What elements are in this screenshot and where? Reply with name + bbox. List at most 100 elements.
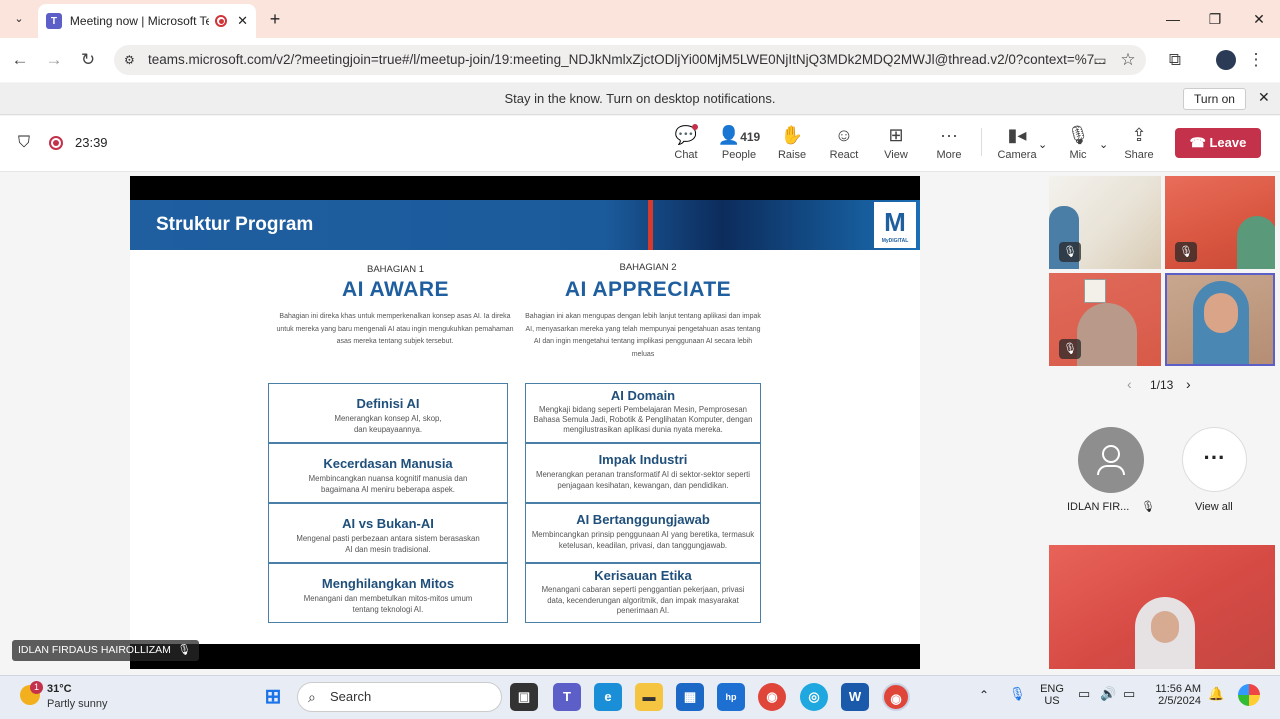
- taskbar-search[interactable]: ⌕ Search: [297, 682, 502, 712]
- store-icon[interactable]: ▦: [676, 683, 704, 711]
- active-speaker-video-tile[interactable]: [1165, 273, 1275, 366]
- word-icon[interactable]: W: [841, 683, 869, 711]
- weather-badge: 1: [30, 681, 43, 694]
- phone-hangup-icon: ☎: [1189, 135, 1210, 150]
- people-count: 419: [740, 130, 761, 144]
- clock[interactable]: 11:56 AM 2/5/2024: [1149, 683, 1201, 707]
- part-2-title: AI APPRECIATE: [564, 278, 732, 301]
- participant-video-tile[interactable]: 🎙: [1049, 176, 1161, 269]
- back-icon[interactable]: ←: [8, 48, 32, 72]
- region-code: US: [1044, 695, 1060, 707]
- raise-label: Raise: [777, 149, 807, 161]
- participant-figure: [1193, 281, 1249, 364]
- turn-on-button[interactable]: Turn on: [1183, 88, 1246, 110]
- url-bar[interactable]: ⚙ teams.microsoft.com/v2/?meetingjoin=tr…: [114, 45, 1146, 75]
- network-icon[interactable]: ▭: [1078, 686, 1090, 702]
- shield-icon[interactable]: ⛉: [18, 134, 30, 152]
- restore-icon[interactable]: ❐: [1204, 8, 1226, 30]
- battery-icon[interactable]: ▭: [1123, 686, 1135, 702]
- url-text: teams.microsoft.com/v2/?meetingjoin=true…: [148, 52, 1106, 67]
- wall-frame: [1084, 279, 1106, 303]
- share-button[interactable]: ⇪ Share: [1112, 124, 1166, 161]
- bookmark-star-icon[interactable]: ☆: [1116, 48, 1140, 72]
- file-explorer-icon[interactable]: ▬: [635, 683, 663, 711]
- toolbar-divider: [981, 128, 982, 156]
- participant-figure: [1237, 216, 1275, 269]
- forward-icon[interactable]: →: [42, 48, 66, 72]
- browser-menu-icon[interactable]: ⋮: [1244, 48, 1268, 72]
- box-title: Menghilangkan Mitos: [321, 576, 455, 591]
- teams-taskbar-icon[interactable]: T: [553, 683, 581, 711]
- next-page-icon[interactable]: ›: [1186, 376, 1191, 392]
- view-all-button[interactable]: ···: [1182, 427, 1247, 492]
- task-view-icon[interactable]: ▣: [510, 683, 538, 711]
- mic-muted-icon: 🎙: [1066, 125, 1090, 145]
- participant-figure: [1135, 597, 1195, 669]
- clock-date: 2/5/2024: [1158, 695, 1201, 707]
- notifications-bell-icon[interactable]: 🔔: [1208, 686, 1224, 702]
- profile-avatar[interactable]: [1216, 50, 1236, 70]
- notification-bar: Stay in the know. Turn on desktop notifi…: [0, 83, 1280, 115]
- leave-button[interactable]: ☎ Leave: [1175, 128, 1261, 158]
- meeting-timer: 23:39: [75, 135, 108, 150]
- dismiss-notification-icon[interactable]: ✕: [1258, 89, 1270, 106]
- chat-icon: 💬: [674, 125, 698, 145]
- box-title: Impak Industri: [598, 452, 688, 467]
- participant-avatar[interactable]: [1078, 427, 1144, 493]
- mic-off-icon: 🎙: [1175, 242, 1197, 262]
- site-info-icon[interactable]: ⚙: [124, 45, 135, 75]
- clock-time: 11:56 AM: [1155, 683, 1201, 695]
- camera-in-use-icon[interactable]: ▭: [1088, 48, 1112, 72]
- mic-options-chevron-icon[interactable]: ⌄: [1099, 138, 1108, 151]
- tab-search-icon[interactable]: ⌄: [8, 8, 30, 30]
- weather-temp: 31°C: [47, 683, 72, 695]
- box-title: Definisi AI: [356, 396, 420, 411]
- mic-off-icon: 🎙: [1141, 501, 1155, 513]
- prev-page-icon[interactable]: ‹: [1127, 376, 1132, 392]
- box-title: AI Bertanggungjawab: [576, 512, 710, 527]
- view-button[interactable]: ⊞ View: [869, 124, 923, 161]
- face: [1204, 293, 1238, 333]
- close-tab-icon[interactable]: ✕: [237, 13, 248, 29]
- part-2-description: Bahagian ini akan mengupas dengan lebih …: [525, 313, 761, 358]
- copilot-icon[interactable]: [1238, 684, 1260, 706]
- view-all-label: View all: [1195, 501, 1233, 513]
- camera-options-chevron-icon[interactable]: ⌄: [1038, 138, 1047, 151]
- mic-button[interactable]: 🎙 Mic: [1051, 124, 1105, 161]
- minimize-icon[interactable]: —: [1162, 8, 1184, 30]
- participant-video-tile[interactable]: 🎙: [1049, 273, 1161, 366]
- box-ai-bertanggungjawab: AI Bertanggungjawab Membincangkan prinsi…: [525, 503, 761, 563]
- more-label: More: [936, 149, 962, 161]
- weather-desc: Partly sunny: [47, 698, 108, 710]
- more-button[interactable]: ··· More: [922, 124, 976, 161]
- raise-button[interactable]: ✋ Raise: [765, 124, 819, 161]
- show-hidden-icons[interactable]: ⌃: [979, 688, 989, 702]
- browser-tab[interactable]: T Meeting now | Microsoft Te ✕: [38, 4, 256, 38]
- people-button[interactable]: 👤419 People: [712, 124, 766, 161]
- recording-icon: [215, 15, 228, 27]
- hp-icon[interactable]: hp: [717, 683, 745, 711]
- browser-icon[interactable]: ◎: [800, 683, 828, 711]
- camera-button[interactable]: ▮◂ Camera: [990, 124, 1044, 161]
- box-description: Menerangkan peranan transformatif AI di …: [535, 470, 751, 490]
- participant-video-tile[interactable]: 🎙: [1165, 176, 1275, 269]
- chrome-active-icon[interactable]: ◉: [882, 683, 910, 711]
- new-tab-icon[interactable]: +: [264, 8, 286, 30]
- volume-icon[interactable]: 🔊: [1100, 686, 1116, 702]
- self-view-video[interactable]: [1049, 545, 1275, 669]
- windows-start-icon[interactable]: ⊞: [259, 683, 287, 711]
- reload-icon[interactable]: ↻: [76, 48, 100, 72]
- box-title: AI Domain: [610, 388, 676, 403]
- edge-icon[interactable]: e: [594, 683, 622, 711]
- participant-name: IDLAN FIR...: [1067, 501, 1130, 513]
- react-button[interactable]: ☺ React: [817, 124, 871, 161]
- mic-in-use-icon[interactable]: 🎙: [1009, 686, 1026, 702]
- close-window-icon[interactable]: ✕: [1248, 8, 1270, 30]
- extensions-icon[interactable]: ⧉: [1163, 48, 1187, 72]
- more-icon: ···: [940, 125, 958, 145]
- chrome-icon[interactable]: ◉: [758, 683, 786, 711]
- chat-button[interactable]: 💬 Chat: [659, 124, 713, 161]
- share-label: Share: [1124, 149, 1154, 161]
- language-indicator[interactable]: ENG US: [1040, 683, 1064, 707]
- logo-text: MyDIGITAL: [881, 238, 909, 244]
